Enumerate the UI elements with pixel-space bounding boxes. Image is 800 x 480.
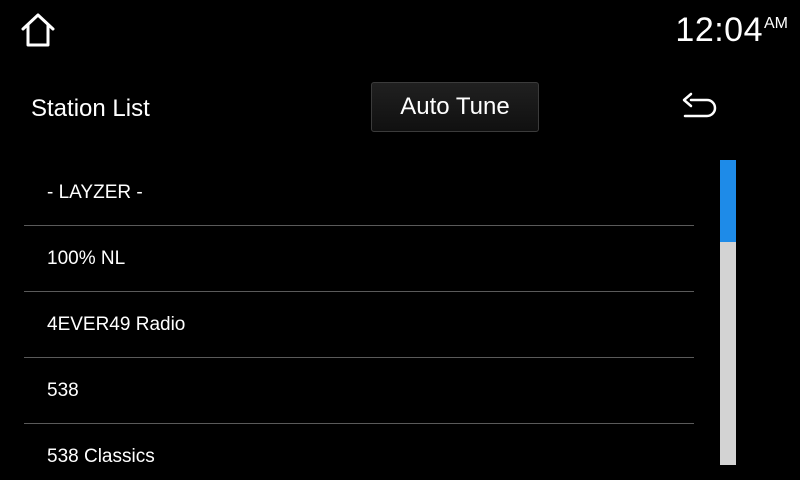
home-button[interactable] — [18, 10, 58, 50]
back-button[interactable] — [676, 88, 724, 128]
clock-time: 12:04 — [675, 11, 763, 49]
station-item[interactable]: 4EVER49 Radio — [24, 292, 694, 358]
clock: 12:04 AM — [675, 10, 788, 50]
scrollbar[interactable] — [720, 160, 736, 465]
home-icon — [21, 13, 55, 47]
station-item[interactable]: 538 — [24, 358, 694, 424]
station-item[interactable]: - LAYZER - — [24, 160, 694, 226]
scrollbar-thumb[interactable] — [720, 160, 736, 243]
clock-ampm: AM — [764, 15, 788, 32]
page-title: Station List — [31, 95, 150, 122]
auto-tune-button[interactable]: Auto Tune — [371, 82, 539, 132]
back-arrow-icon — [682, 92, 717, 118]
station-item[interactable]: 100% NL — [24, 226, 694, 292]
station-list: - LAYZER - 100% NL 4EVER49 Radio 538 538… — [24, 160, 694, 480]
station-item[interactable]: 538 Classics — [24, 424, 694, 480]
